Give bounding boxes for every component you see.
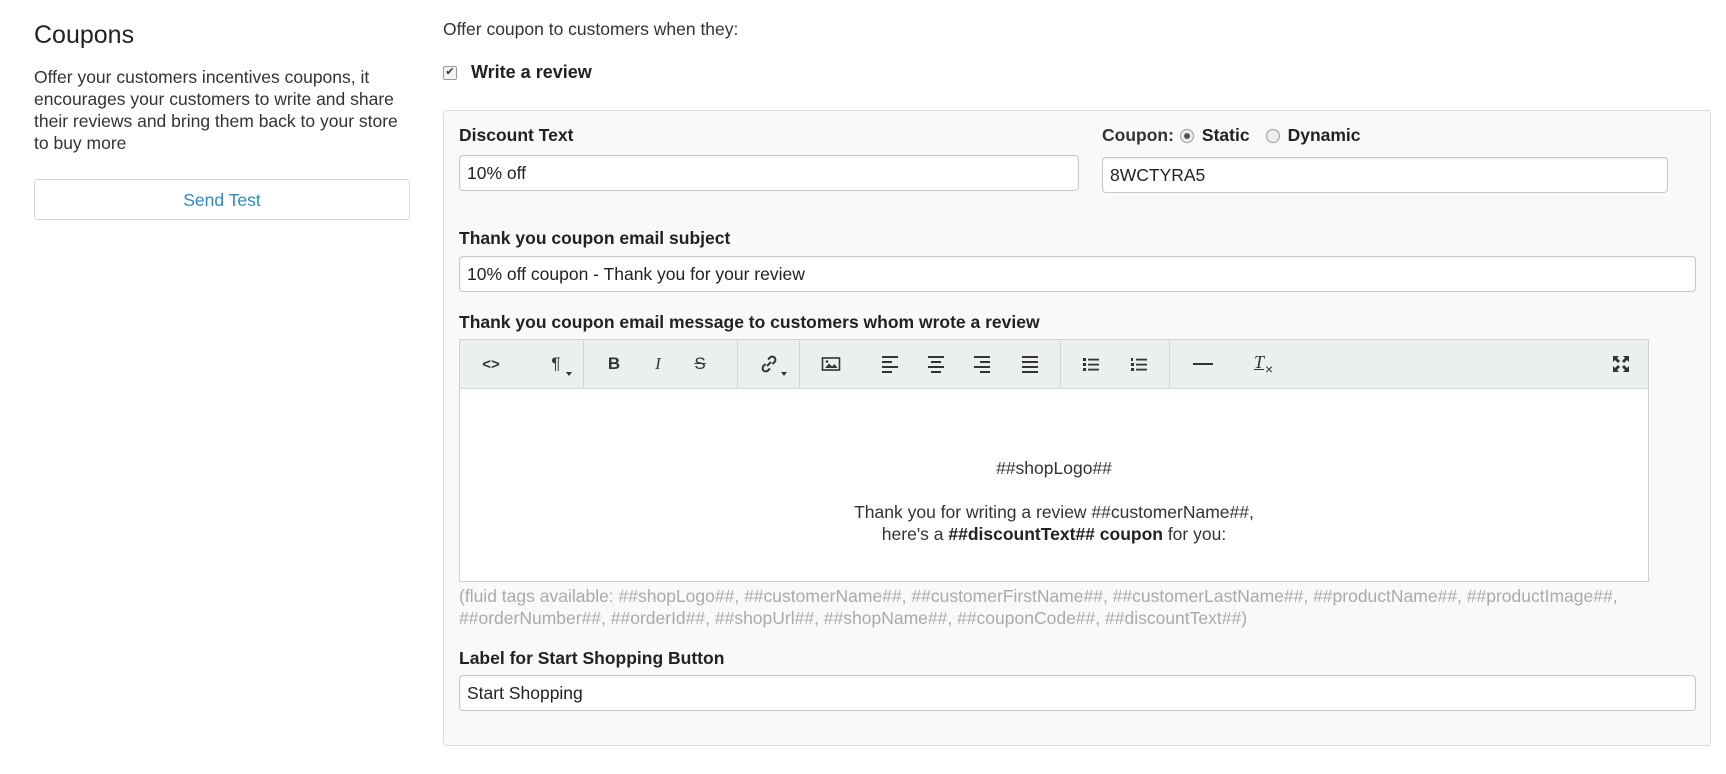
fluid-tags-hint: (fluid tags available: ##shopLogo##, ##c… (459, 586, 1618, 628)
discount-text-input[interactable] (459, 155, 1079, 191)
coupon-panel: Discount Text Coupon: Static Dynamic Tha… (443, 110, 1711, 746)
email-message-label: Thank you coupon email message to custom… (459, 312, 1040, 332)
link-icon (761, 355, 777, 373)
static-radio-label: Static (1201, 125, 1250, 145)
thank-you-line: Thank you for writing a review ##custome… (854, 502, 1254, 522)
align-center-icon (928, 355, 944, 373)
link-button[interactable] (757, 340, 787, 388)
horizontal-rule-icon (1193, 363, 1213, 365)
toolbar-divider (799, 340, 800, 388)
static-radio[interactable] (1179, 128, 1194, 143)
align-left-icon (882, 355, 898, 373)
write-review-checkbox[interactable]: ✔ (443, 65, 457, 80)
coupons-description: Offer your customers incentives coupons,… (34, 67, 398, 153)
clear-format-icon: T × (1254, 352, 1274, 377)
offer-intro: Offer coupon to customers when they: (443, 19, 739, 39)
toolbar-divider (583, 340, 584, 388)
write-review-option[interactable]: ✔ Write a review (443, 62, 592, 83)
align-justify-button[interactable] (1022, 340, 1038, 388)
coupon-code-input[interactable] (1102, 157, 1668, 193)
email-subject-label: Thank you coupon email subject (459, 228, 731, 248)
align-left-button[interactable] (882, 340, 898, 388)
email-subject-input[interactable] (459, 256, 1696, 292)
align-right-button[interactable] (974, 340, 990, 388)
coupon-line: here's a ##discountText## coupon for you… (881, 524, 1227, 544)
numbered-list-button[interactable] (1130, 340, 1148, 388)
strikethrough-button[interactable]: S (692, 340, 708, 388)
italic-button[interactable]: I (651, 340, 665, 388)
bullet-list-button[interactable] (1082, 340, 1100, 388)
align-justify-icon (1022, 355, 1038, 373)
toolbar-divider (737, 340, 738, 388)
chevron-down-icon (566, 372, 572, 376)
start-shopping-input[interactable] (459, 675, 1696, 711)
shop-logo-tag: ##shopLogo## (996, 458, 1112, 478)
page-title: Coupons (34, 21, 135, 49)
editor-content[interactable]: ##shopLogo## Thank you for writing a rev… (460, 389, 1648, 581)
send-test-button[interactable]: Send Test (34, 179, 410, 220)
discount-text-label: Discount Text (459, 125, 574, 145)
toolbar-divider (1060, 340, 1061, 388)
coupon-label: Coupon: (1102, 125, 1174, 145)
image-button[interactable] (820, 340, 842, 388)
email-message-editor[interactable]: <> ¶ B I S T × ##shopLogo## Thank you fo… (459, 339, 1649, 582)
horizontal-rule-button[interactable] (1193, 340, 1213, 388)
write-review-label: Write a review (471, 62, 592, 82)
editor-toolbar: <> ¶ B I S T × (460, 340, 1648, 389)
start-shopping-label: Label for Start Shopping Button (459, 648, 725, 668)
align-center-button[interactable] (928, 340, 944, 388)
paragraph-button[interactable]: ¶ (546, 340, 572, 388)
coupon-type-group: Coupon: Static Dynamic (1102, 125, 1375, 146)
bold-button[interactable]: B (605, 340, 623, 388)
align-right-icon (974, 355, 990, 373)
dynamic-radio-label: Dynamic (1287, 125, 1361, 145)
coupons-sidebar: Coupons Offer your customers incentives … (34, 18, 410, 220)
chevron-down-icon (781, 372, 787, 376)
bullet-list-icon (1083, 358, 1099, 371)
fullscreen-icon (1613, 356, 1629, 372)
paragraph-icon: ¶ (551, 354, 561, 373)
image-icon (821, 357, 841, 371)
toolbar-divider (1169, 340, 1170, 388)
clear-format-button[interactable]: T × (1252, 340, 1274, 388)
dynamic-radio[interactable] (1265, 128, 1280, 143)
numbered-list-icon (1131, 358, 1147, 371)
fullscreen-button[interactable] (1610, 340, 1632, 388)
code-view-button[interactable]: <> (478, 340, 504, 388)
